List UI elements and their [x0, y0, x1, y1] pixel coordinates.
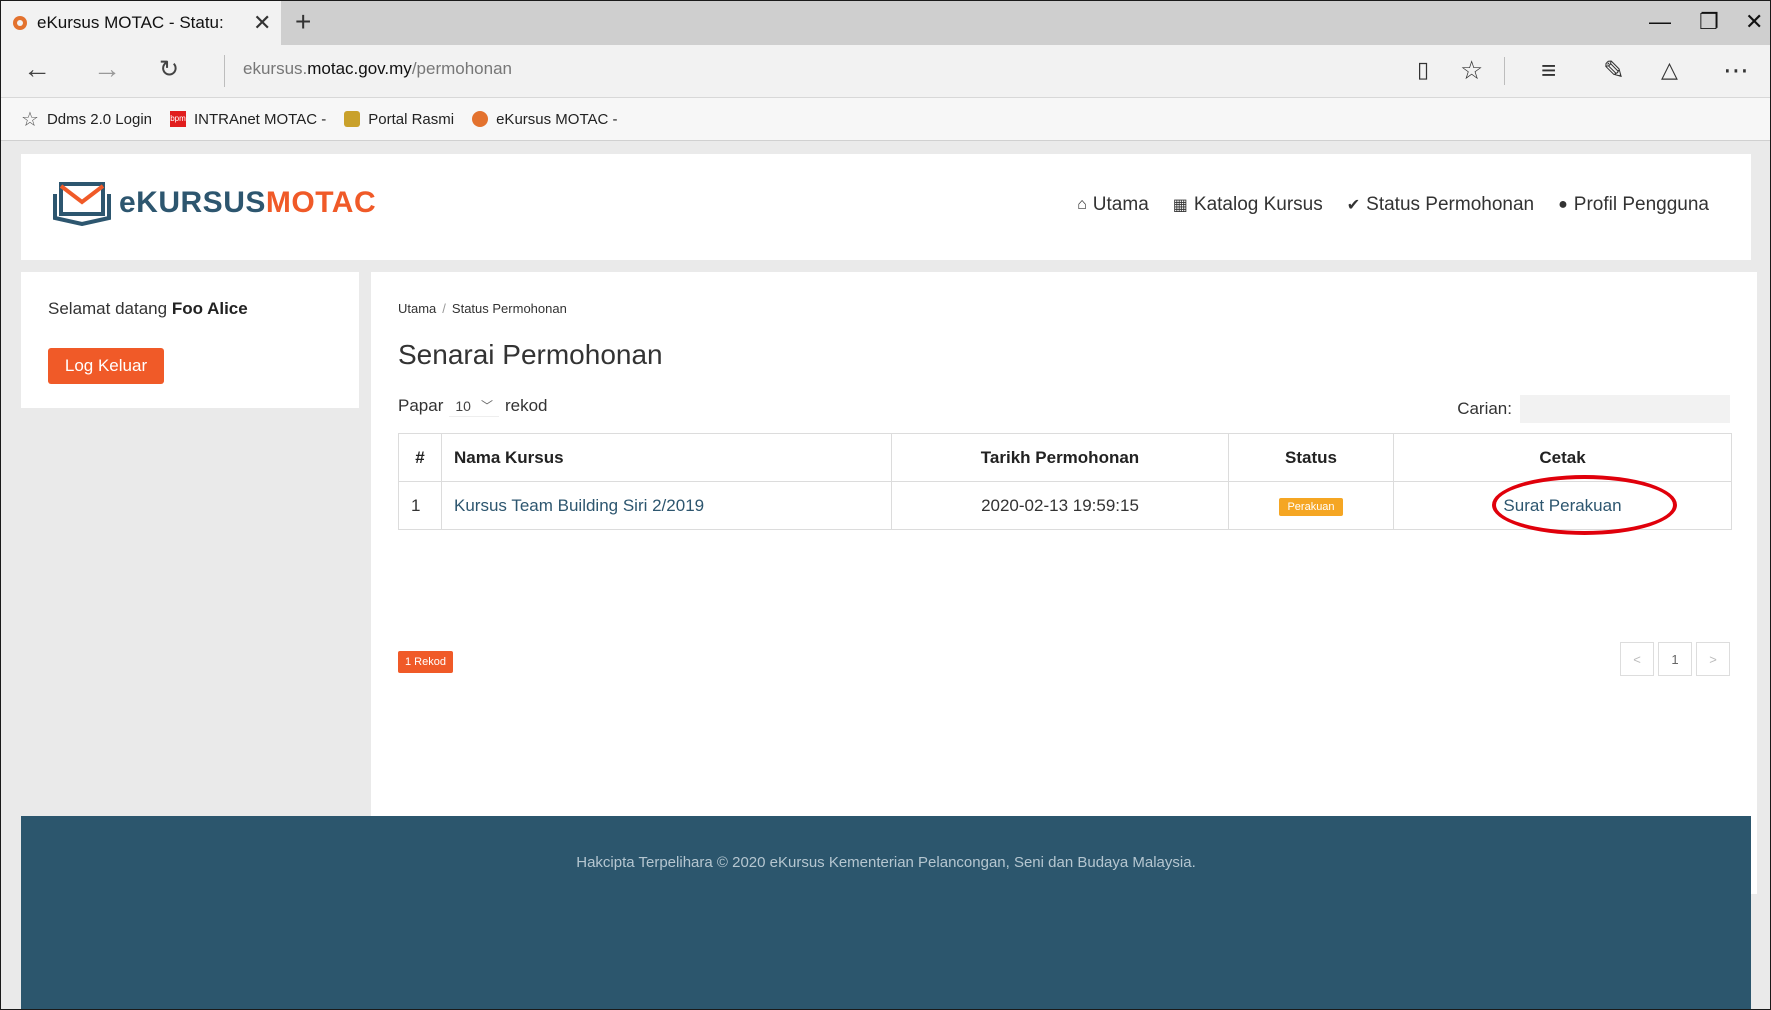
favorites-bar: ☆ Ddms 2.0 Login bpm INTRAnet MOTAC - Po…: [1, 98, 1770, 141]
user-name: Foo Alice: [171, 299, 248, 318]
favorite-intranet[interactable]: bpm INTRAnet MOTAC -: [170, 111, 326, 128]
sidebar: Selamat datang Foo Alice Log Keluar: [21, 272, 359, 408]
toolbar-divider: [1504, 57, 1505, 85]
footer-copyright: Hakcipta Terpelihara © 2020 eKursus Keme…: [576, 854, 1196, 871]
course-name-cell: Kursus Team Building Siri 2/2019: [441, 481, 892, 530]
browser-toolbar: ← → ↻ ekursus.motac.gov.my/permohonan ▯ …: [1, 45, 1770, 98]
more-icon[interactable]: ⋯: [1723, 55, 1749, 86]
site-logo[interactable]: eKURSUSMOTAC: [53, 180, 376, 226]
share-icon[interactable]: △: [1661, 57, 1678, 83]
search-control: Carian:: [1457, 395, 1730, 423]
back-icon[interactable]: ←: [23, 53, 51, 85]
location-pin-icon: [13, 16, 27, 30]
main-nav: ⌂ Utama ▦ Katalog Kursus ✔ Status Permoh…: [1053, 194, 1709, 216]
web-note-icon[interactable]: ✎: [1603, 55, 1625, 86]
minimize-icon[interactable]: —: [1649, 9, 1671, 35]
length-suffix: rekod: [504, 396, 548, 415]
page-body: eKURSUSMOTAC ⌂ Utama ▦ Katalog Kursus ✔ …: [1, 141, 1770, 1009]
site-footer: Hakcipta Terpelihara © 2020 eKursus Keme…: [21, 816, 1751, 1009]
applications-table: # Nama Kursus Tarikh Permohonan Status C…: [398, 433, 1732, 530]
home-icon: ⌂: [1077, 196, 1087, 213]
breadcrumb-current: Status Permohonan: [451, 301, 567, 316]
search-input[interactable]: [1520, 395, 1730, 423]
star-icon: ☆: [21, 108, 39, 131]
breadcrumb-utama[interactable]: Utama: [398, 301, 436, 316]
restore-icon[interactable]: ❐: [1699, 9, 1719, 35]
next-page-icon[interactable]: >: [1696, 642, 1730, 676]
tab-title: eKursus MOTAC - Statu:: [37, 13, 224, 32]
browser-tab[interactable]: eKursus MOTAC - Statu: ✕: [1, 1, 281, 45]
location-pin-icon: [472, 111, 489, 127]
breadcrumb: Utama / Status Permohonan: [398, 301, 567, 316]
length-value: 10: [455, 397, 471, 414]
favorite-portal-rasmi[interactable]: Portal Rasmi: [344, 111, 454, 128]
calendar-icon: ▦: [1172, 197, 1188, 214]
logout-button[interactable]: Log Keluar: [48, 348, 164, 384]
favorite-ddms[interactable]: ☆ Ddms 2.0 Login: [1, 107, 152, 132]
column-header-nama-kursus[interactable]: Nama Kursus: [441, 433, 892, 482]
length-select[interactable]: 10 ﹀: [449, 395, 499, 417]
site-header: eKURSUSMOTAC ⌂ Utama ▦ Katalog Kursus ✔ …: [21, 154, 1751, 260]
record-count-badge: 1 Rekod: [398, 651, 453, 673]
course-link[interactable]: Kursus Team Building Siri 2/2019: [454, 496, 704, 515]
status-cell: Perakuan: [1228, 481, 1394, 530]
surat-perakuan-link[interactable]: Surat Perakuan: [1503, 496, 1621, 515]
row-number: 1: [398, 481, 442, 530]
page-title: Senarai Permohonan: [398, 339, 663, 370]
column-header-status[interactable]: Status: [1228, 433, 1394, 482]
main-content: Utama / Status Permohonan Senarai Permohon…: [371, 272, 1757, 894]
search-label: Carian:: [1457, 399, 1512, 418]
book-envelope-icon: [53, 182, 111, 226]
address-field[interactable]: ekursus.motac.gov.my/permohonan: [243, 59, 512, 79]
tiger-crest-icon: [344, 111, 361, 127]
favorite-star-icon[interactable]: ☆: [1460, 55, 1483, 86]
nav-label: Utama: [1092, 194, 1149, 215]
favorite-label: INTRAnet MOTAC -: [194, 110, 327, 128]
table-row: 1 Kursus Team Building Siri 2/2019 2020-…: [398, 481, 1732, 530]
reading-view-icon[interactable]: ▯: [1417, 57, 1429, 83]
hub-icon[interactable]: ≡: [1541, 55, 1556, 86]
nav-profil-pengguna[interactable]: ● Profil Pengguna: [1558, 194, 1709, 216]
nav-status-permohonan[interactable]: ✔ Status Permohonan: [1347, 194, 1534, 216]
browser-tab-bar: eKursus MOTAC - Statu: ✕ + — ❐ ✕: [1, 1, 1770, 45]
toolbar-divider: [224, 55, 225, 87]
length-control: Papar 10 ﹀ rekod: [398, 395, 548, 417]
page-button[interactable]: 1: [1658, 642, 1692, 676]
refresh-icon[interactable]: ↻: [159, 55, 179, 84]
new-tab-button[interactable]: +: [295, 6, 311, 38]
column-header-num[interactable]: #: [398, 433, 442, 482]
nav-label: Katalog Kursus: [1193, 194, 1323, 215]
favorite-ekursus[interactable]: eKursus MOTAC -: [472, 110, 618, 128]
status-badge: Perakuan: [1279, 498, 1343, 516]
pagination: < 1 >: [1616, 642, 1730, 676]
length-prefix: Papar: [398, 396, 444, 415]
logo-text: eKURSUSMOTAC: [119, 186, 377, 219]
check-circle-icon: ✔: [1346, 197, 1361, 214]
welcome-message: Selamat datang Foo Alice: [48, 299, 248, 318]
application-date: 2020-02-13 19:59:15: [891, 481, 1229, 530]
close-window-icon[interactable]: ✕: [1745, 9, 1763, 35]
favorite-label: eKursus MOTAC -: [496, 110, 618, 128]
print-cell: Surat Perakuan: [1393, 481, 1732, 530]
bpm-icon: bpm: [170, 111, 186, 127]
tab-close-icon[interactable]: ✕: [253, 10, 271, 36]
nav-utama[interactable]: ⌂ Utama: [1077, 194, 1149, 216]
chevron-down-icon: ﹀: [480, 399, 493, 413]
favorite-label: Ddms 2.0 Login: [46, 110, 152, 128]
table-header-row: # Nama Kursus Tarikh Permohonan Status C…: [398, 433, 1732, 482]
user-icon: ●: [1558, 196, 1568, 213]
nav-label: Status Permohonan: [1366, 194, 1535, 215]
favorite-label: Portal Rasmi: [368, 110, 455, 128]
prev-page-icon[interactable]: <: [1620, 642, 1654, 676]
nav-label: Profil Pengguna: [1573, 194, 1709, 215]
nav-katalog-kursus[interactable]: ▦ Katalog Kursus: [1173, 194, 1323, 216]
column-header-tarikh[interactable]: Tarikh Permohonan: [891, 433, 1229, 482]
forward-icon[interactable]: →: [93, 53, 121, 85]
breadcrumb-separator: /: [442, 301, 446, 316]
column-header-cetak[interactable]: Cetak: [1393, 433, 1732, 482]
